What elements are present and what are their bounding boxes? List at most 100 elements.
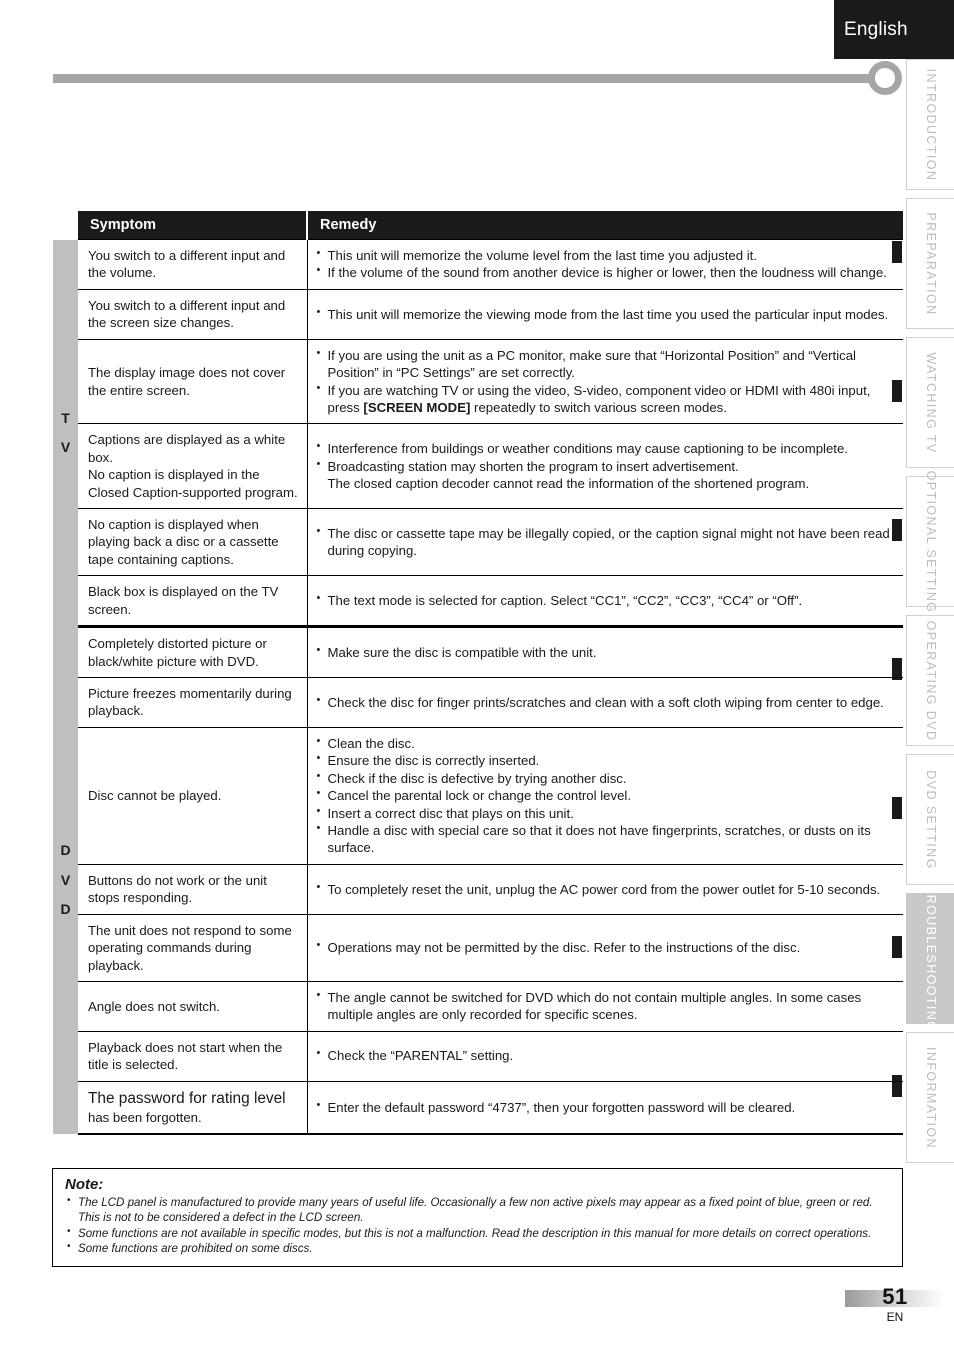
section-tab-label: DVD SETTING xyxy=(923,769,938,870)
remedy-cell: Clean the disc. Ensure the disc is corre… xyxy=(307,726,903,865)
note-item: Some functions are not available in spec… xyxy=(65,1225,892,1241)
remedy-cell: Operations may not be permitted by the d… xyxy=(307,913,903,982)
section-tab-label: OPTIONAL SETTING xyxy=(923,470,938,613)
remedy-item: Clean the disc. xyxy=(317,734,896,752)
symptom-text: has been forgotten. xyxy=(88,1109,202,1125)
section-tab-troubleshooting[interactable]: TROUBLESHOOTING xyxy=(906,885,954,1032)
section-tab-information[interactable]: INFORMATION xyxy=(906,1032,954,1163)
remedy-cell: Enter the default password “4737”, then … xyxy=(307,1080,903,1136)
symptom-cell: The password for rating level has been f… xyxy=(78,1080,308,1136)
remedy-list: Enter the default password “4737”, then … xyxy=(317,1098,896,1116)
remedy-cell: Interference from buildings or weather c… xyxy=(307,423,903,510)
remedy-cell: Make sure the disc is compatible with th… xyxy=(307,625,903,679)
remedy-item: Check if the disc is defective by trying… xyxy=(317,769,896,787)
remedy-item: If you are using the unit as a PC monito… xyxy=(317,346,896,382)
symptom-cell: No caption is displayed when playing bac… xyxy=(78,508,308,577)
remedy-list: Operations may not be permitted by the d… xyxy=(317,938,896,956)
header-circle-icon xyxy=(868,61,902,95)
column-header-symptom: Symptom xyxy=(78,211,307,240)
header-spacer xyxy=(53,211,78,240)
table-header-row: Symptom Remedy xyxy=(53,211,903,240)
symptom-cell: Playback does not start when the title i… xyxy=(78,1030,308,1082)
table-row: D V D Completely distorted picture or bl… xyxy=(53,625,903,1135)
troubleshooting-table: Symptom Remedy T V You switch to a diffe… xyxy=(53,211,903,1136)
table-body: Symptom Remedy T V You switch to a diffe… xyxy=(53,211,903,1136)
remedy-item: Operations may not be permitted by the d… xyxy=(317,938,896,956)
note-list: The LCD panel is manufactured to provide… xyxy=(65,1194,892,1257)
table-row: No caption is displayed when playing bac… xyxy=(53,508,903,577)
symptom-cell: Black box is displayed on the TV screen. xyxy=(78,575,308,628)
remedy-item: Insert a correct disc that plays on this… xyxy=(317,804,896,822)
section-tab-watching-tv[interactable]: WATCHING TV xyxy=(906,337,954,468)
troubleshooting-table-container: Symptom Remedy T V You switch to a diffe… xyxy=(53,211,903,1136)
remedy-cell: This unit will memorize the viewing mode… xyxy=(307,288,903,340)
symptom-cell: You switch to a different input and the … xyxy=(78,239,308,290)
group-label-dvd: D V D xyxy=(53,626,78,1135)
remedy-list: To completely reset the unit, unplug the… xyxy=(317,879,896,898)
group-letter: T xyxy=(61,409,70,426)
remedy-list: Check the disc for finger prints/scratch… xyxy=(317,693,896,711)
page-language-code: EN xyxy=(886,1310,904,1324)
remedy-item: Ensure the disc is correctly inserted. xyxy=(317,751,896,769)
remedy-item: The disc or cassette tape may be illegal… xyxy=(317,524,896,560)
remedy-cell: Check the disc for finger prints/scratch… xyxy=(307,677,903,728)
remedy-cell: If you are using the unit as a PC monito… xyxy=(307,338,903,425)
remedy-item: The text mode is selected for caption. S… xyxy=(317,591,896,609)
remedy-list: This unit will memorize the viewing mode… xyxy=(317,305,896,323)
table-row: You switch to a different input and the … xyxy=(53,288,903,340)
note-box: Note: The LCD panel is manufactured to p… xyxy=(52,1168,903,1267)
section-tab-operating-dvd[interactable]: OPERATING DVD xyxy=(906,615,954,746)
column-header-remedy: Remedy xyxy=(306,211,903,240)
table-row: The password for rating level has been f… xyxy=(53,1080,903,1136)
remedy-list: The angle cannot be switched for DVD whi… xyxy=(317,988,896,1024)
remedy-item: If the volume of the sound from another … xyxy=(317,263,896,281)
remedy-item: Enter the default password “4737”, then … xyxy=(317,1098,896,1116)
remedy-item: This unit will memorize the volume level… xyxy=(317,246,896,264)
remedy-list: Check the “PARENTAL” setting. xyxy=(317,1046,896,1064)
section-tab-label: OPERATING DVD xyxy=(923,620,938,741)
group-letter: V xyxy=(60,871,71,888)
remedy-item: Interference from buildings or weather c… xyxy=(317,439,896,457)
remedy-cell: The text mode is selected for caption. S… xyxy=(307,575,903,628)
symptom-cell: Disc cannot be played. xyxy=(78,726,308,865)
note-item: Some functions are prohibited on some di… xyxy=(65,1240,892,1256)
symptom-cell: The display image does not cover the ent… xyxy=(78,338,308,425)
table-row: The unit does not respond to some operat… xyxy=(53,913,903,982)
remedy-list: Clean the disc. Ensure the disc is corre… xyxy=(317,734,896,857)
symptom-cell: Picture freezes momentarily during playb… xyxy=(78,677,308,728)
remedy-item: The angle cannot be switched for DVD whi… xyxy=(317,988,896,1024)
section-tab-label: TROUBLESHOOTING xyxy=(923,885,938,1032)
remedy-list: The disc or cassette tape may be illegal… xyxy=(317,524,896,560)
table-row: Buttons do not work or the unit stops re… xyxy=(53,863,903,915)
table-row: Angle does not switch. The angle cannot … xyxy=(53,980,903,1032)
remedy-item: Handle a disc with special care so that … xyxy=(317,821,896,857)
remedy-item: Check the disc for finger prints/scratch… xyxy=(317,693,896,711)
note-title: Note: xyxy=(65,1176,104,1193)
group-label-tv: T V xyxy=(53,239,78,627)
remedy-cell: To completely reset the unit, unplug the… xyxy=(307,863,903,915)
symptom-text: Captions are displayed as a white box. No… xyxy=(88,432,298,500)
section-tab-optional-setting[interactable]: OPTIONAL SETTING xyxy=(906,470,954,613)
language-label: English xyxy=(844,18,908,40)
remedy-list: This unit will memorize the volume level… xyxy=(317,246,896,282)
table-row: Disc cannot be played. Clean the disc. E… xyxy=(53,726,903,865)
table-row: Playback does not start when the title i… xyxy=(53,1030,903,1082)
section-tab-dvd-setting[interactable]: DVD SETTING xyxy=(906,754,954,885)
table-row: T V You switch to a different input and … xyxy=(53,239,903,627)
page-number: 51 xyxy=(882,1284,908,1309)
symptom-cell: The unit does not respond to some operat… xyxy=(78,913,308,982)
remedy-item: Make sure the disc is compatible with th… xyxy=(317,643,896,661)
table-row: Black box is displayed on the TV screen.… xyxy=(53,575,903,628)
remedy-text: If you are using the unit as a PC monito… xyxy=(327,347,857,381)
remedy-item: Check the “PARENTAL” setting. xyxy=(317,1046,896,1064)
language-tab: English xyxy=(834,0,954,59)
table-row: The display image does not cover the ent… xyxy=(53,338,903,425)
remedy-list: If you are using the unit as a PC monito… xyxy=(317,346,896,417)
section-tab-introduction[interactable]: INTRODUCTION xyxy=(906,59,954,190)
remedy-cell: The disc or cassette tape may be illegal… xyxy=(307,508,903,577)
section-tab-label: INFORMATION xyxy=(923,1046,938,1149)
remedy-list: The text mode is selected for caption. S… xyxy=(317,591,896,609)
symptom-cell: Angle does not switch. xyxy=(78,980,308,1032)
group-letter: D xyxy=(60,901,71,918)
section-tab-preparation[interactable]: PREPARATION xyxy=(906,198,954,329)
